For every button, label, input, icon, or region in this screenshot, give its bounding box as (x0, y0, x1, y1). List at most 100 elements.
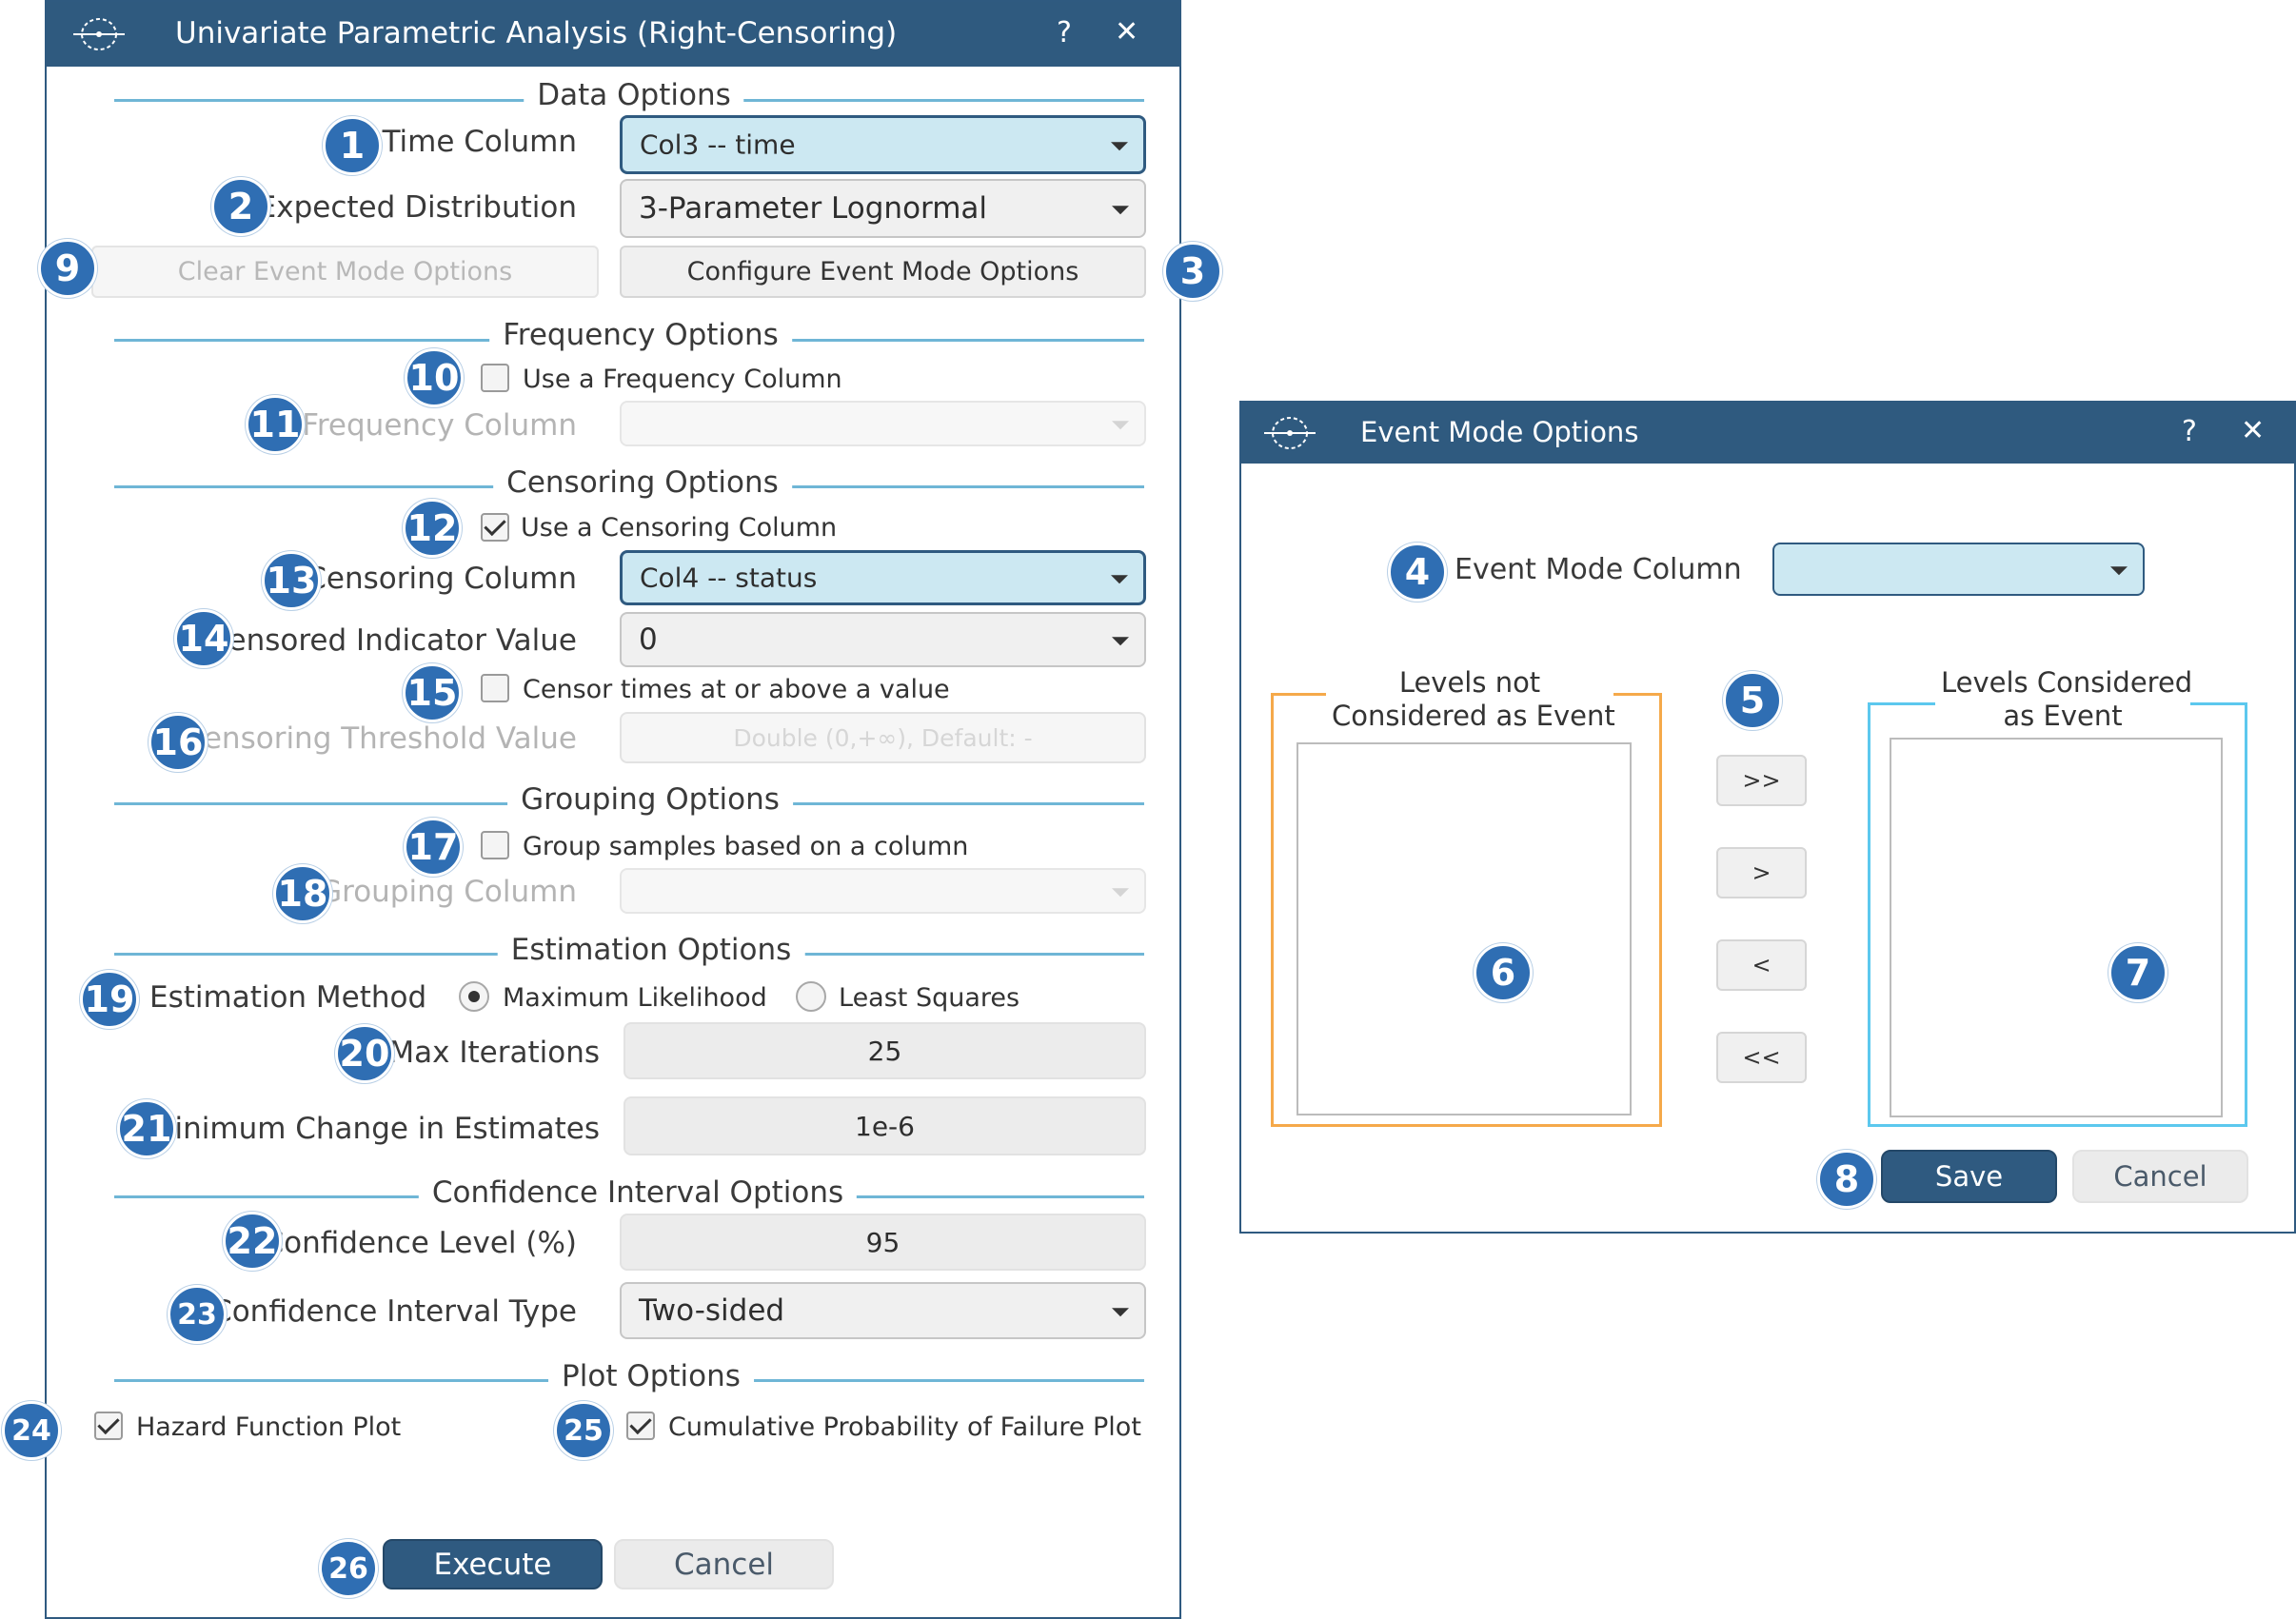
censored-indicator-select[interactable]: 0 (620, 612, 1146, 667)
use-censoring-label: Use a Censoring Column (521, 513, 838, 543)
time-column-value: Col3 -- time (640, 128, 796, 161)
move-right-button[interactable]: > (1716, 847, 1807, 898)
max-iterations-input[interactable]: 25 (623, 1022, 1146, 1079)
event-mode-column-select[interactable] (1772, 543, 2145, 596)
censor-times-label: Censor times at or above a value (523, 675, 950, 704)
ci-type-select[interactable]: Two-sided (620, 1282, 1146, 1339)
confidence-level-input[interactable]: 95 (620, 1214, 1146, 1271)
callout-15: 15 (403, 663, 462, 722)
callout-20: 20 (335, 1024, 394, 1083)
callout-8: 8 (1817, 1150, 1876, 1209)
hazard-plot-label: Hazard Function Plot (136, 1412, 402, 1442)
callout-12: 12 (403, 499, 462, 558)
maximum-likelihood-label: Maximum Likelihood (503, 983, 767, 1013)
section-censoring-options: Censoring Options (493, 465, 792, 500)
chevron-down-icon (1112, 637, 1129, 646)
check-icon (629, 1412, 652, 1435)
levels-not-considered-list[interactable] (1296, 742, 1632, 1116)
censoring-column-select[interactable]: Col4 -- status (620, 550, 1146, 605)
move-all-right-button[interactable]: >> (1716, 755, 1807, 806)
levels-not-considered-line2: Considered as Event (1332, 699, 1615, 732)
use-censoring-checkbox[interactable] (481, 513, 509, 542)
chevron-down-icon (1111, 142, 1128, 151)
close-button[interactable]: ✕ (2241, 417, 2265, 445)
chevron-down-icon (1112, 206, 1129, 215)
section-confidence-options: Confidence Interval Options (418, 1175, 858, 1210)
event-titlebar: Event Mode Options ? ✕ (1241, 403, 2294, 464)
event-mode-column-label: Event Mode Column (1455, 553, 1742, 586)
time-column-label: Time Column (382, 125, 577, 159)
expected-distribution-value: 3-Parameter Lognormal (639, 191, 988, 226)
check-icon (484, 513, 506, 537)
move-all-left-button[interactable]: << (1716, 1032, 1807, 1083)
group-samples-checkbox[interactable] (481, 831, 509, 859)
callout-22: 22 (223, 1212, 282, 1271)
callout-4: 4 (1388, 543, 1447, 602)
censored-indicator-value: 0 (639, 622, 658, 657)
censoring-column-label: Censoring Column (306, 562, 577, 596)
callout-16: 16 (148, 713, 208, 772)
min-change-label: Minimum Change in Estimates (148, 1112, 600, 1146)
max-iterations-label: Max Iterations (388, 1036, 600, 1070)
clear-event-mode-button[interactable]: Clear Event Mode Options (91, 246, 599, 298)
main-dialog-title: Univariate Parametric Analysis (Right-Ce… (175, 16, 898, 50)
section-estimation-options: Estimation Options (497, 933, 805, 967)
callout-18: 18 (273, 864, 332, 923)
callout-6: 6 (1474, 943, 1533, 1002)
callout-24: 24 (2, 1401, 61, 1460)
move-left-button[interactable]: < (1716, 939, 1807, 991)
use-frequency-checkbox[interactable] (481, 364, 509, 392)
configure-event-mode-button[interactable]: Configure Event Mode Options (620, 246, 1146, 298)
estimation-method-label: Estimation Method (149, 980, 427, 1015)
cancel-button[interactable]: Cancel (614, 1539, 834, 1589)
section-frequency-options: Frequency Options (489, 318, 792, 352)
maximum-likelihood-radio[interactable] (459, 981, 489, 1012)
levels-considered-line2: as Event (2003, 699, 2123, 732)
use-frequency-label: Use a Frequency Column (523, 365, 842, 394)
callout-10: 10 (405, 348, 464, 407)
censoring-threshold-label: Censoring Threshold Value (183, 721, 577, 756)
hazard-plot-checkbox[interactable] (94, 1412, 123, 1440)
cum-prob-plot-checkbox[interactable] (626, 1412, 655, 1440)
save-button[interactable]: Save (1881, 1150, 2057, 1203)
section-plot-options: Plot Options (548, 1359, 754, 1393)
help-button[interactable]: ? (1057, 19, 1072, 48)
cum-prob-plot-label: Cumulative Probability of Failure Plot (668, 1412, 1141, 1442)
callout-21: 21 (117, 1099, 176, 1158)
callout-19: 19 (80, 970, 139, 1029)
ci-type-label: Confidence Interval Type (211, 1294, 577, 1329)
callout-1: 1 (323, 116, 382, 175)
levels-considered-list[interactable] (1890, 738, 2223, 1117)
group-samples-label: Group samples based on a column (523, 832, 969, 861)
callout-5: 5 (1723, 671, 1782, 730)
app-logo-icon (1264, 417, 1316, 449)
censoring-column-value: Col4 -- status (640, 562, 818, 594)
main-titlebar: Univariate Parametric Analysis (Right-Ce… (47, 2, 1179, 67)
help-button[interactable]: ? (2182, 418, 2197, 446)
callout-11: 11 (246, 395, 305, 454)
execute-button[interactable]: Execute (383, 1539, 603, 1589)
chevron-down-icon (1112, 1308, 1129, 1317)
least-squares-radio[interactable] (796, 981, 826, 1012)
callout-26: 26 (319, 1539, 378, 1598)
expected-distribution-label: Expected Distribution (257, 190, 577, 225)
min-change-input[interactable]: 1e-6 (623, 1096, 1146, 1155)
censoring-threshold-input[interactable]: Double (0,+∞), Default: - (620, 712, 1146, 763)
section-grouping-options: Grouping Options (507, 782, 793, 817)
callout-25: 25 (554, 1401, 613, 1460)
frequency-column-select[interactable] (620, 401, 1146, 446)
frequency-column-label: Frequency Column (302, 408, 577, 443)
censor-times-checkbox[interactable] (481, 674, 509, 702)
expected-distribution-select[interactable]: 3-Parameter Lognormal (620, 179, 1146, 238)
grouping-column-label: Grouping Column (319, 875, 577, 909)
time-column-select[interactable]: Col3 -- time (620, 115, 1146, 174)
callout-2: 2 (211, 177, 270, 236)
close-button[interactable]: ✕ (1115, 18, 1138, 47)
app-logo-icon (73, 18, 125, 50)
section-data-options: Data Options (524, 78, 744, 112)
levels-not-considered-line1: Levels not (1398, 666, 1541, 699)
event-cancel-button[interactable]: Cancel (2072, 1150, 2248, 1203)
grouping-column-select[interactable] (620, 868, 1146, 914)
chevron-down-icon (2110, 566, 2128, 576)
radio-dot-icon (468, 991, 480, 1002)
